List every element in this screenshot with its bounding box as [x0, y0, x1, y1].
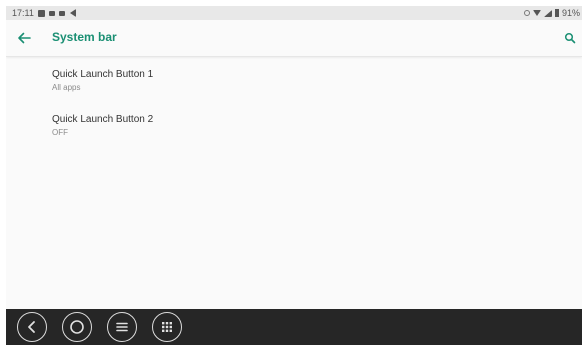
- search-button[interactable]: [558, 26, 582, 50]
- notification-icon: [37, 9, 45, 17]
- chevron-left-icon: [28, 321, 35, 333]
- settings-list: Quick Launch Button 1 All apps Quick Lau…: [6, 57, 582, 147]
- arrow-left-icon: [18, 32, 31, 44]
- device-screen: 17:11 91% System bar Quick Launch Button…: [6, 6, 582, 345]
- page-title: System bar: [52, 30, 117, 44]
- status-time: 17:11: [12, 8, 34, 18]
- quick-launch-button-1-item[interactable]: Quick Launch Button 1 All apps: [6, 57, 582, 102]
- status-left: 17:11: [12, 6, 77, 20]
- quick-launch-button-2-item[interactable]: Quick Launch Button 2 OFF: [6, 102, 582, 147]
- battery-percent: 91%: [561, 8, 580, 18]
- battery-icon: [554, 9, 559, 17]
- signal-icon: [543, 9, 552, 17]
- printer-icon: [58, 10, 65, 16]
- back-button[interactable]: [12, 26, 36, 50]
- status-right: 91%: [523, 6, 580, 20]
- navigation-icon: [69, 9, 76, 17]
- home-circle-icon: [70, 320, 84, 334]
- app-toolbar: System bar: [6, 20, 582, 57]
- navigation-bar: [6, 309, 582, 345]
- item-subtitle: All apps: [52, 83, 81, 92]
- item-subtitle: OFF: [52, 128, 68, 137]
- search-icon: [564, 32, 576, 44]
- nav-back-button[interactable]: [17, 312, 47, 342]
- nav-home-button[interactable]: [62, 312, 92, 342]
- status-bar: 17:11 91%: [6, 6, 582, 20]
- nav-menu-button[interactable]: [107, 312, 137, 342]
- nav-apps-button[interactable]: [152, 312, 182, 342]
- item-title: Quick Launch Button 2: [52, 114, 154, 125]
- apps-grid-icon: [162, 322, 172, 332]
- message-icon: [48, 10, 55, 16]
- wifi-icon: [532, 10, 541, 16]
- location-icon: [523, 10, 530, 16]
- item-title: Quick Launch Button 1: [52, 69, 154, 80]
- menu-icon: [116, 322, 128, 332]
